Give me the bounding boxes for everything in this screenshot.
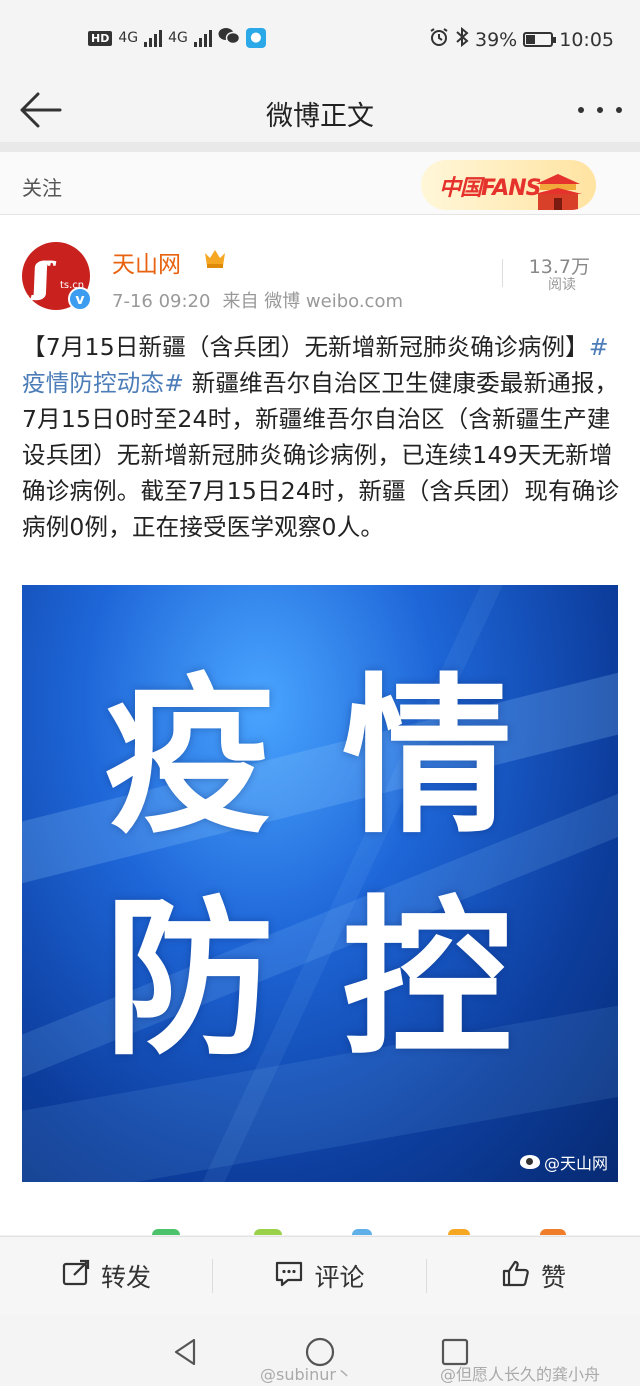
read-divider [502, 259, 503, 287]
repost-icon [61, 1258, 91, 1294]
footer-tag-1: @subinur丶 [260, 1365, 352, 1384]
navigation-bar: 微博正文 [0, 80, 640, 142]
signal-icon-2 [193, 29, 212, 47]
action-bar: 转发 评论 赞 [0, 1236, 640, 1315]
source-prefix: 来自 [222, 291, 259, 312]
read-label: 阅读 [548, 277, 576, 293]
status-right-icons: 39% 10:05 [429, 26, 614, 52]
hd-indicator: HD [88, 30, 113, 46]
status-left-icons: HD 4G 4G ● [88, 27, 266, 49]
follow-button[interactable]: 关注 [22, 172, 62, 201]
hidden-row-icon [448, 1229, 470, 1235]
battery-icon [523, 32, 557, 47]
more-options-icon[interactable] [578, 98, 622, 122]
comment-label: 评论 [314, 1263, 365, 1292]
fans-badge-text: 中国FANS [439, 176, 541, 201]
avatar-logo-icon: ʃʃ [32, 254, 51, 301]
image-char-3: 防 [104, 881, 275, 1079]
battery-level [526, 35, 536, 44]
gate-icon [534, 170, 582, 210]
hidden-row-icon [254, 1229, 282, 1235]
hidden-row-icon [540, 1229, 566, 1235]
signal-icon [144, 29, 163, 47]
post-meta: 7-16 09:20 来自 微博 weibo.com [112, 287, 403, 313]
page-title: 微博正文 [266, 101, 374, 132]
repost-label: 转发 [100, 1263, 151, 1292]
follow-bar: 关注 中国FANS [0, 152, 640, 215]
system-navigation-bar: @subinur丶 @但愿人长久的龚小舟 [0, 1315, 640, 1386]
image-char-4: 控 [342, 881, 513, 1079]
post-image[interactable]: 疫 情 防 控 @天山网 [22, 585, 618, 1182]
weibo-post-card: ʃʃ ts.cn v 天山网 7-16 09:20 来自 微博 weibo.com… [0, 215, 640, 1235]
network-type-1: 4G [118, 30, 139, 46]
bluetooth-icon [455, 26, 469, 52]
image-watermark: @天山网 [519, 1150, 608, 1174]
footer-tag-2: @但愿人长久的龚小舟 [440, 1365, 601, 1384]
battery-percent: 39% [475, 28, 518, 51]
clock: 10:05 [559, 28, 614, 51]
like-label: 赞 [540, 1263, 566, 1292]
wechat-icon [218, 27, 241, 49]
alarm-icon [429, 27, 449, 52]
hidden-row-icon [352, 1229, 372, 1235]
app-notification-icon: ● [245, 28, 266, 48]
hidden-row-icon [152, 1229, 180, 1235]
post-source[interactable]: 微博 weibo.com [264, 291, 403, 312]
like-button[interactable]: 赞 [427, 1237, 640, 1315]
watermark-text: @天山网 [543, 1154, 608, 1173]
post-timestamp: 7-16 09:20 [112, 291, 211, 312]
network-type-2: 4G [168, 30, 188, 46]
image-char-1: 疫 [104, 659, 275, 857]
repost-button[interactable]: 转发 [0, 1237, 212, 1315]
author-name[interactable]: 天山网 [112, 245, 181, 279]
crown-icon [203, 247, 227, 269]
verified-badge-icon: v [68, 287, 92, 311]
weibo-logo-icon [519, 1155, 540, 1169]
comment-button[interactable]: 评论 [213, 1237, 426, 1315]
divider [0, 142, 640, 152]
image-char-2: 情 [342, 659, 513, 857]
china-fans-badge[interactable]: 中国FANS [421, 160, 596, 210]
thumbs-up-icon [501, 1258, 531, 1294]
back-triangle-icon[interactable] [168, 1335, 202, 1369]
status-bar: HD 4G 4G ● 39% 10:05 [0, 0, 640, 80]
post-body: 【7月15日新疆（含兵团）无新增新冠肺炎确诊病例】#疫情防控动态# 新疆维吾尔自… [22, 329, 622, 545]
comment-icon [274, 1258, 304, 1294]
post-headline: 【7月15日新疆（含兵团）无新增新冠肺炎确诊病例】 [22, 333, 589, 361]
